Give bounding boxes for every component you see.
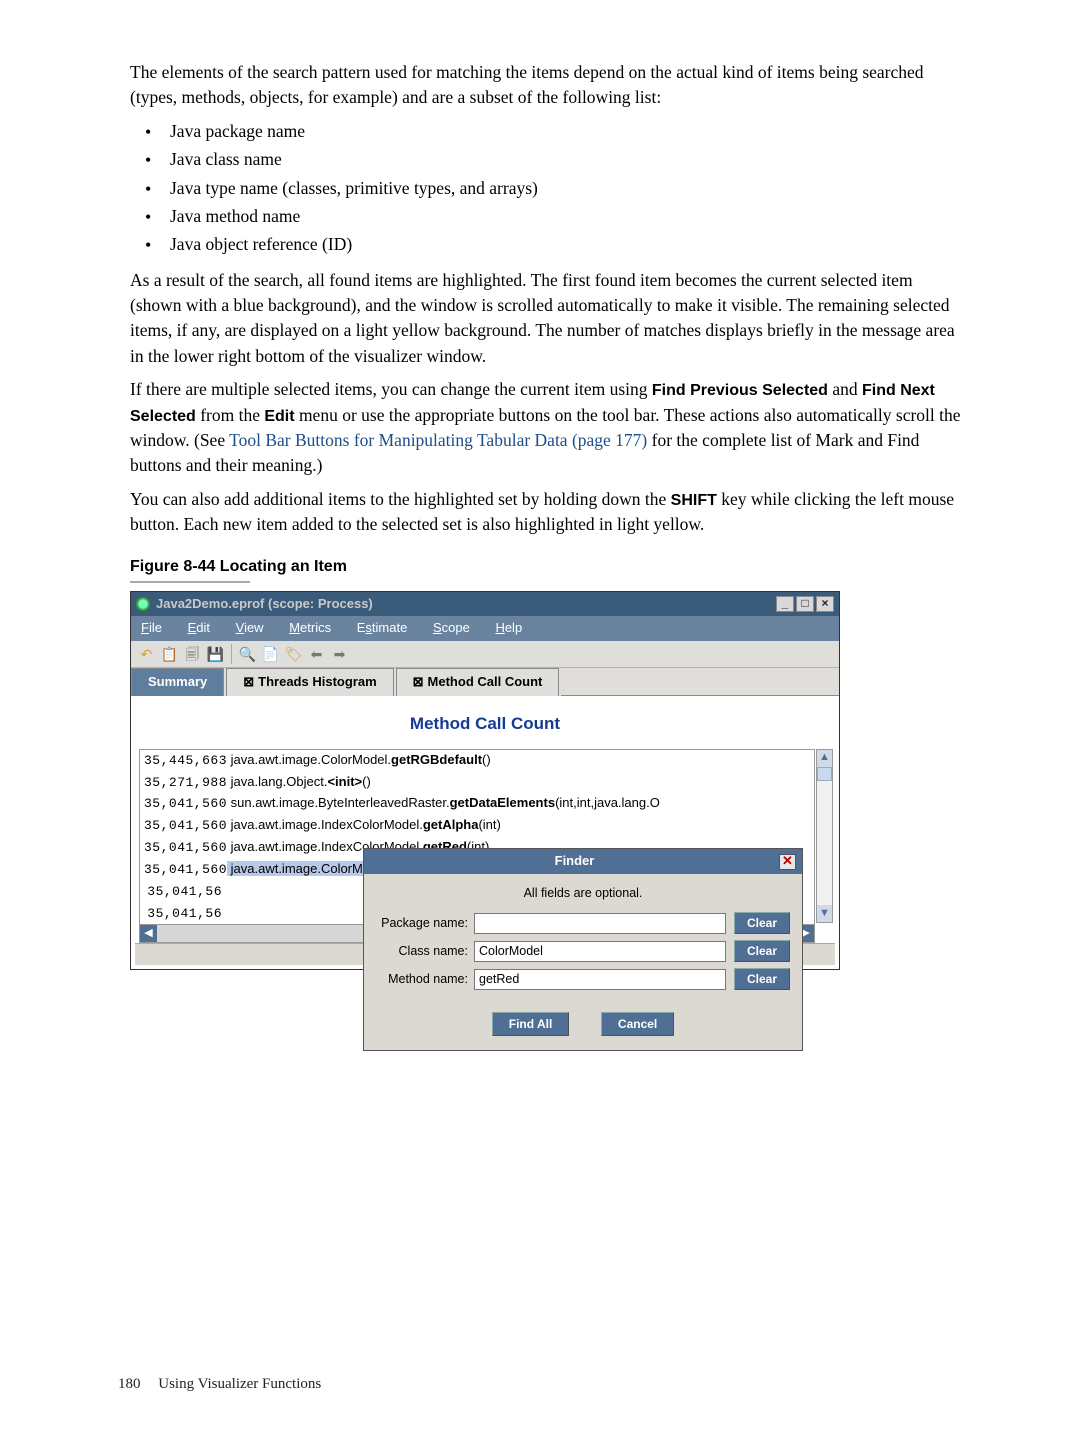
finder-close-button[interactable]: ✕: [779, 854, 796, 870]
menu-scope[interactable]: Scope: [433, 619, 470, 638]
finder-dialog: Finder ✕ All fields are optional. Packag…: [363, 848, 803, 1051]
nav-back-icon[interactable]: ⬅: [307, 645, 326, 664]
maximize-button[interactable]: □: [796, 596, 814, 612]
page-number: 180: [118, 1376, 141, 1392]
footer-section: Using Visualizer Functions: [158, 1376, 321, 1392]
content-area: Method Call Count 35,445,663 java.awt.im…: [131, 696, 839, 969]
table-row: 35,271,988 java.lang.Object.<init>(): [140, 772, 814, 794]
toolbar: ↶ 📋 🗐 💾 🔍 📄 🏷 ⬅ ➡: [131, 641, 839, 668]
undo-icon[interactable]: ↶: [137, 645, 156, 664]
list-item: Java object reference (ID): [130, 232, 962, 257]
tab-row: Summary ⊠Threads Histogram ⊠Method Call …: [131, 668, 839, 696]
package-name-input[interactable]: [474, 913, 726, 934]
scroll-left-icon[interactable]: ◀: [140, 925, 157, 942]
caption-underline: [130, 581, 250, 583]
scroll-down-icon[interactable]: ▼: [817, 905, 832, 922]
find-all-button[interactable]: Find All: [492, 1012, 570, 1036]
table-row: 35,445,663 java.awt.image.ColorModel.get…: [140, 750, 814, 772]
clear-class-button[interactable]: Clear: [734, 940, 790, 962]
menu-estimate[interactable]: Estimate: [357, 619, 408, 638]
package-name-label: Package name:: [376, 914, 474, 932]
finder-titlebar: Finder ✕: [364, 849, 802, 874]
save-icon[interactable]: 💾: [206, 645, 225, 664]
toolbar-link[interactable]: Tool Bar Buttons for Manipulating Tabula…: [229, 430, 647, 450]
list-item: Java package name: [130, 119, 962, 144]
list-item: Java class name: [130, 147, 962, 172]
class-name-label: Class name:: [376, 942, 474, 960]
finder-title-text: Finder: [370, 852, 779, 871]
menu-help[interactable]: Help: [495, 619, 522, 638]
tab-summary[interactable]: Summary: [131, 668, 224, 696]
tag-icon[interactable]: 🏷: [284, 645, 303, 664]
cancel-button[interactable]: Cancel: [601, 1012, 674, 1036]
window-titlebar: Java2Demo.eprof (scope: Process) _ □ ×: [131, 592, 839, 617]
visualizer-window: Java2Demo.eprof (scope: Process) _ □ × F…: [130, 591, 840, 971]
menu-bar: File Edit View Metrics Estimate Scope He…: [131, 616, 839, 641]
nav-forward-icon[interactable]: ➡: [330, 645, 349, 664]
class-name-input[interactable]: [474, 941, 726, 962]
menu-file[interactable]: File: [141, 619, 162, 638]
clear-package-button[interactable]: Clear: [734, 912, 790, 934]
result-paragraph: As a result of the search, all found ite…: [130, 268, 962, 370]
tab-threads-histogram[interactable]: ⊠Threads Histogram: [226, 668, 393, 696]
table-row: 35,041,560 java.awt.image.IndexColorMode…: [140, 815, 814, 837]
list-item: Java method name: [130, 204, 962, 229]
close-button[interactable]: ×: [816, 596, 834, 612]
copy-icon[interactable]: 🗐: [183, 645, 202, 664]
clear-method-button[interactable]: Clear: [734, 968, 790, 990]
finder-hint: All fields are optional.: [376, 884, 790, 902]
window-title: Java2Demo.eprof (scope: Process): [156, 595, 776, 614]
menu-view[interactable]: View: [236, 619, 264, 638]
shift-paragraph: You can also add additional items to the…: [130, 487, 962, 538]
zoom-icon[interactable]: 🔍: [238, 645, 257, 664]
menu-edit[interactable]: Edit: [188, 619, 210, 638]
menu-metrics[interactable]: Metrics: [289, 619, 331, 638]
navigate-paragraph: If there are multiple selected items, yo…: [130, 377, 962, 479]
toolbar-separator: [231, 644, 232, 664]
table-row: 35,041,560 sun.awt.image.ByteInterleaved…: [140, 793, 814, 815]
app-icon: [136, 597, 150, 611]
page-footer: 180 Using Visualizer Functions: [118, 1374, 321, 1396]
figure-caption: Figure 8-44 Locating an Item: [130, 555, 962, 578]
method-name-input[interactable]: [474, 969, 726, 990]
method-name-label: Method name:: [376, 970, 474, 988]
vertical-scrollbar[interactable]: ▲ ▼: [816, 749, 833, 924]
panel-title: Method Call Count: [135, 712, 835, 737]
list-item: Java type name (classes, primitive types…: [130, 176, 962, 201]
minimize-button[interactable]: _: [776, 596, 794, 612]
clipboard-icon[interactable]: 📋: [160, 645, 179, 664]
scroll-up-icon[interactable]: ▲: [817, 750, 832, 767]
document-icon[interactable]: 📄: [261, 645, 280, 664]
tab-method-call-count[interactable]: ⊠Method Call Count: [396, 668, 560, 696]
search-elements-list: Java package name Java class name Java t…: [130, 119, 962, 258]
intro-paragraph: The elements of the search pattern used …: [130, 60, 962, 111]
